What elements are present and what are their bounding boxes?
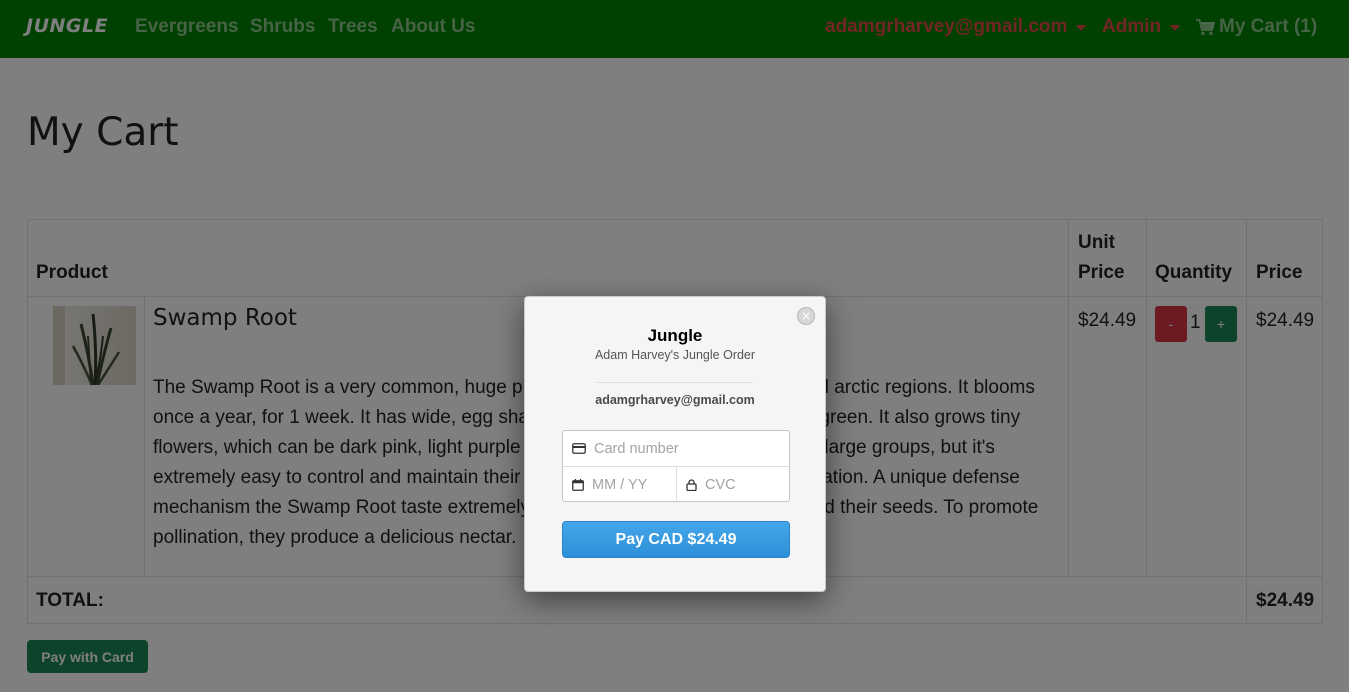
expiry-field[interactable]: MM / YY xyxy=(563,467,677,503)
modal-title: Jungle xyxy=(647,326,703,345)
cvc-placeholder: CVC xyxy=(705,477,736,493)
card-input-group: Card number MM / YY CVC xyxy=(562,430,790,503)
modal-email: adamgrharvey@gmail.com xyxy=(595,393,755,407)
close-icon[interactable]: × xyxy=(797,307,815,325)
modal-divider xyxy=(597,382,753,383)
modal-subtitle: Adam Harvey's Jungle Order xyxy=(594,348,756,362)
calendar-icon xyxy=(572,479,584,491)
lock-icon xyxy=(686,479,697,491)
credit-card-icon xyxy=(572,443,586,454)
card-number-field[interactable]: Card number xyxy=(563,431,789,467)
pay-button[interactable]: Pay CAD $24.49 xyxy=(562,521,790,558)
expiry-placeholder: MM / YY xyxy=(592,477,648,493)
payment-modal: × Jungle Adam Harvey's Jungle Order adam… xyxy=(524,296,826,592)
cvc-field[interactable]: CVC xyxy=(677,467,789,503)
card-number-placeholder: Card number xyxy=(594,440,679,457)
